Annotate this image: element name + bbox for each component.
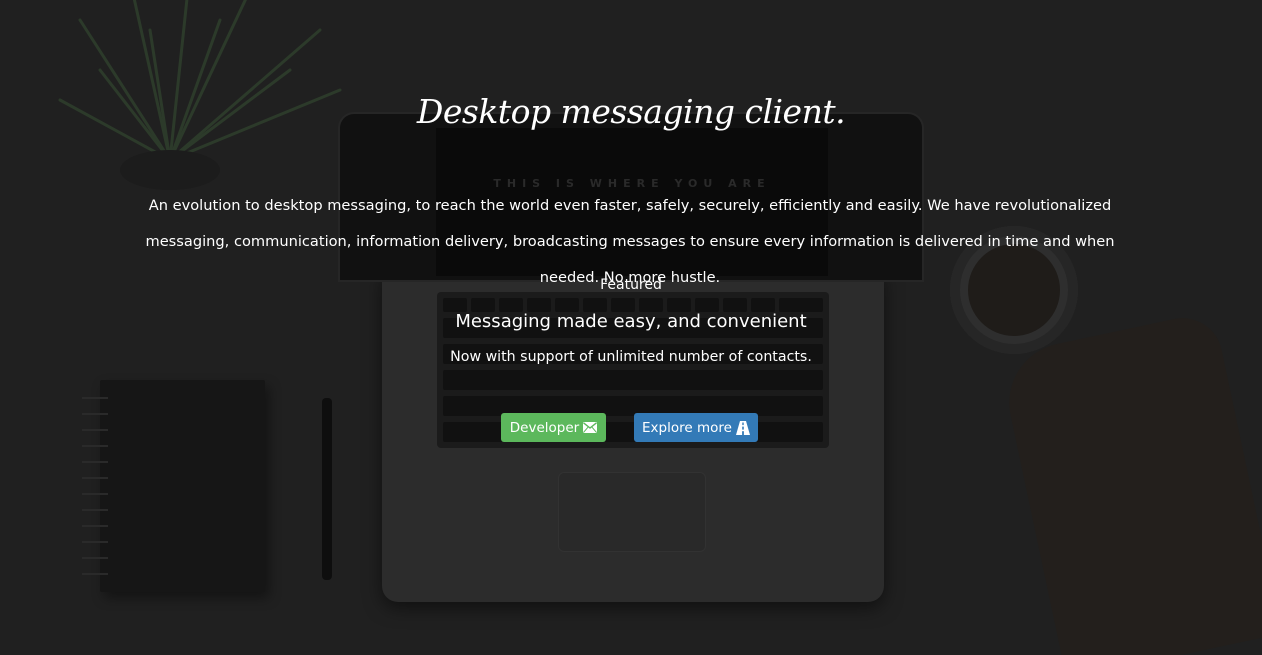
- featured-subline: Now with support of unlimited number of …: [450, 349, 812, 365]
- envelope-icon: [583, 422, 598, 433]
- featured-label: Featured: [600, 277, 662, 293]
- explore-more-button[interactable]: Explore more: [634, 413, 758, 442]
- explore-more-button-label: Explore more: [642, 419, 732, 436]
- hero-content: Desktop messaging client. An evolution t…: [0, 0, 1262, 655]
- road-icon: [735, 420, 750, 435]
- developer-button[interactable]: Developer: [501, 413, 606, 442]
- developer-button-label: Developer: [509, 419, 580, 436]
- featured-headline: Messaging made easy, and convenient: [455, 311, 807, 332]
- hero-section: THIS IS WHERE YOU ARE Desktop messaging …: [0, 0, 1262, 655]
- page-title: Desktop messaging client.: [416, 92, 846, 131]
